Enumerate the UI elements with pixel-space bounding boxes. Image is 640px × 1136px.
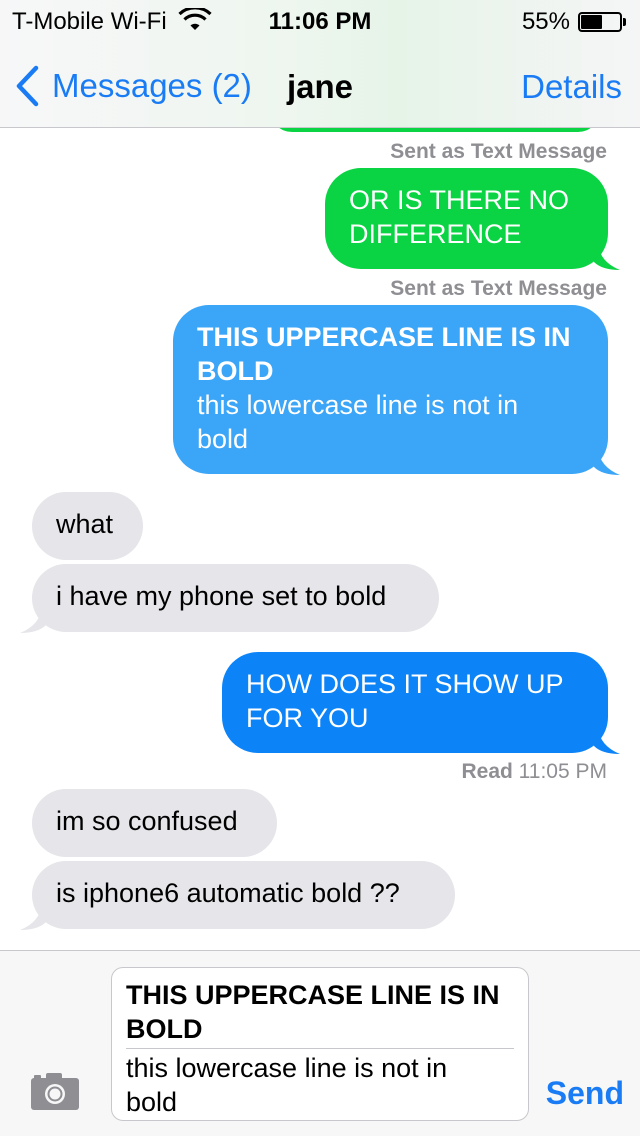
message-bubble-outgoing[interactable]: THIS UPPERCASE LINE IS IN BOLD this lowe… <box>173 305 620 475</box>
battery-fill <box>581 15 602 29</box>
message-text: FOR YOU <box>246 703 369 733</box>
message-text: bold <box>197 424 249 454</box>
input-text: BOLD <box>126 1014 203 1044</box>
back-button-label: Messages (2) <box>52 67 252 104</box>
camera-icon[interactable] <box>30 1071 80 1111</box>
battery-percent: 55% <box>521 8 570 35</box>
message-text: BOLD <box>197 356 274 386</box>
input-text: bold <box>126 1087 178 1117</box>
message-text: i have my phone set to bold <box>56 581 387 611</box>
send-button[interactable]: Send <box>546 1075 624 1112</box>
read-label: Read <box>461 760 513 783</box>
read-receipt: Read 11:05 PM <box>461 760 607 784</box>
delivery-status: Sent as Text Message <box>390 140 607 163</box>
message-text: what <box>56 509 114 539</box>
status-bar: T-Mobile Wi-Fi 11:06 PM 55% <box>0 0 640 40</box>
input-text: this lowercase line is not in <box>126 1053 448 1083</box>
conversation-thread: Sent as Text Message OR IS THERE NO DIFF… <box>0 128 640 950</box>
compose-bar: THIS UPPERCASE LINE IS IN BOLD this lowe… <box>0 950 640 1136</box>
message-bubble-incoming[interactable]: i have my phone set to bold <box>20 564 439 633</box>
chevron-left-icon <box>16 65 39 107</box>
bubble-tail <box>594 244 620 270</box>
message-bubble-partial[interactable] <box>270 128 600 132</box>
message-text: im so confused <box>56 806 238 836</box>
bubble-tail <box>594 449 620 475</box>
message-input[interactable]: THIS UPPERCASE LINE IS IN BOLD this lowe… <box>111 967 529 1121</box>
message-text: THIS UPPERCASE LINE IS IN <box>197 322 571 352</box>
bubble-tail <box>594 728 620 754</box>
message-bubble-incoming[interactable]: im so confused <box>32 789 277 857</box>
read-time: 11:05 PM <box>518 760 607 783</box>
message-text: is iphone6 automatic bold ?? <box>56 878 400 908</box>
message-text: HOW DOES IT SHOW UP <box>246 669 564 699</box>
message-text: OR IS THERE NO <box>349 185 570 215</box>
bubble-tail <box>20 904 46 930</box>
bubble-tail <box>20 607 46 633</box>
input-text: THIS UPPERCASE LINE IS IN <box>126 980 500 1010</box>
delivery-status: Sent as Text Message <box>390 277 607 300</box>
message-bubble-outgoing[interactable]: OR IS THERE NO DIFFERENCE <box>325 168 620 270</box>
back-button[interactable]: Messages (2) <box>14 64 252 108</box>
message-bubble-outgoing[interactable]: HOW DOES IT SHOW UP FOR YOU <box>222 652 620 754</box>
input-divider <box>126 1048 514 1049</box>
battery-icon <box>578 12 626 32</box>
conversation-title: jane <box>287 68 354 105</box>
message-text: DIFFERENCE <box>349 219 522 249</box>
nav-bar: Messages (2) jane Details <box>0 40 640 128</box>
header: T-Mobile Wi-Fi 11:06 PM 55% Messages (2)… <box>0 0 640 128</box>
message-bubble-incoming[interactable]: is iphone6 automatic bold ?? <box>20 861 455 930</box>
message-text: this lowercase line is not in <box>197 390 519 420</box>
details-button[interactable]: Details <box>521 68 622 106</box>
message-bubble-incoming[interactable]: what <box>32 492 143 560</box>
